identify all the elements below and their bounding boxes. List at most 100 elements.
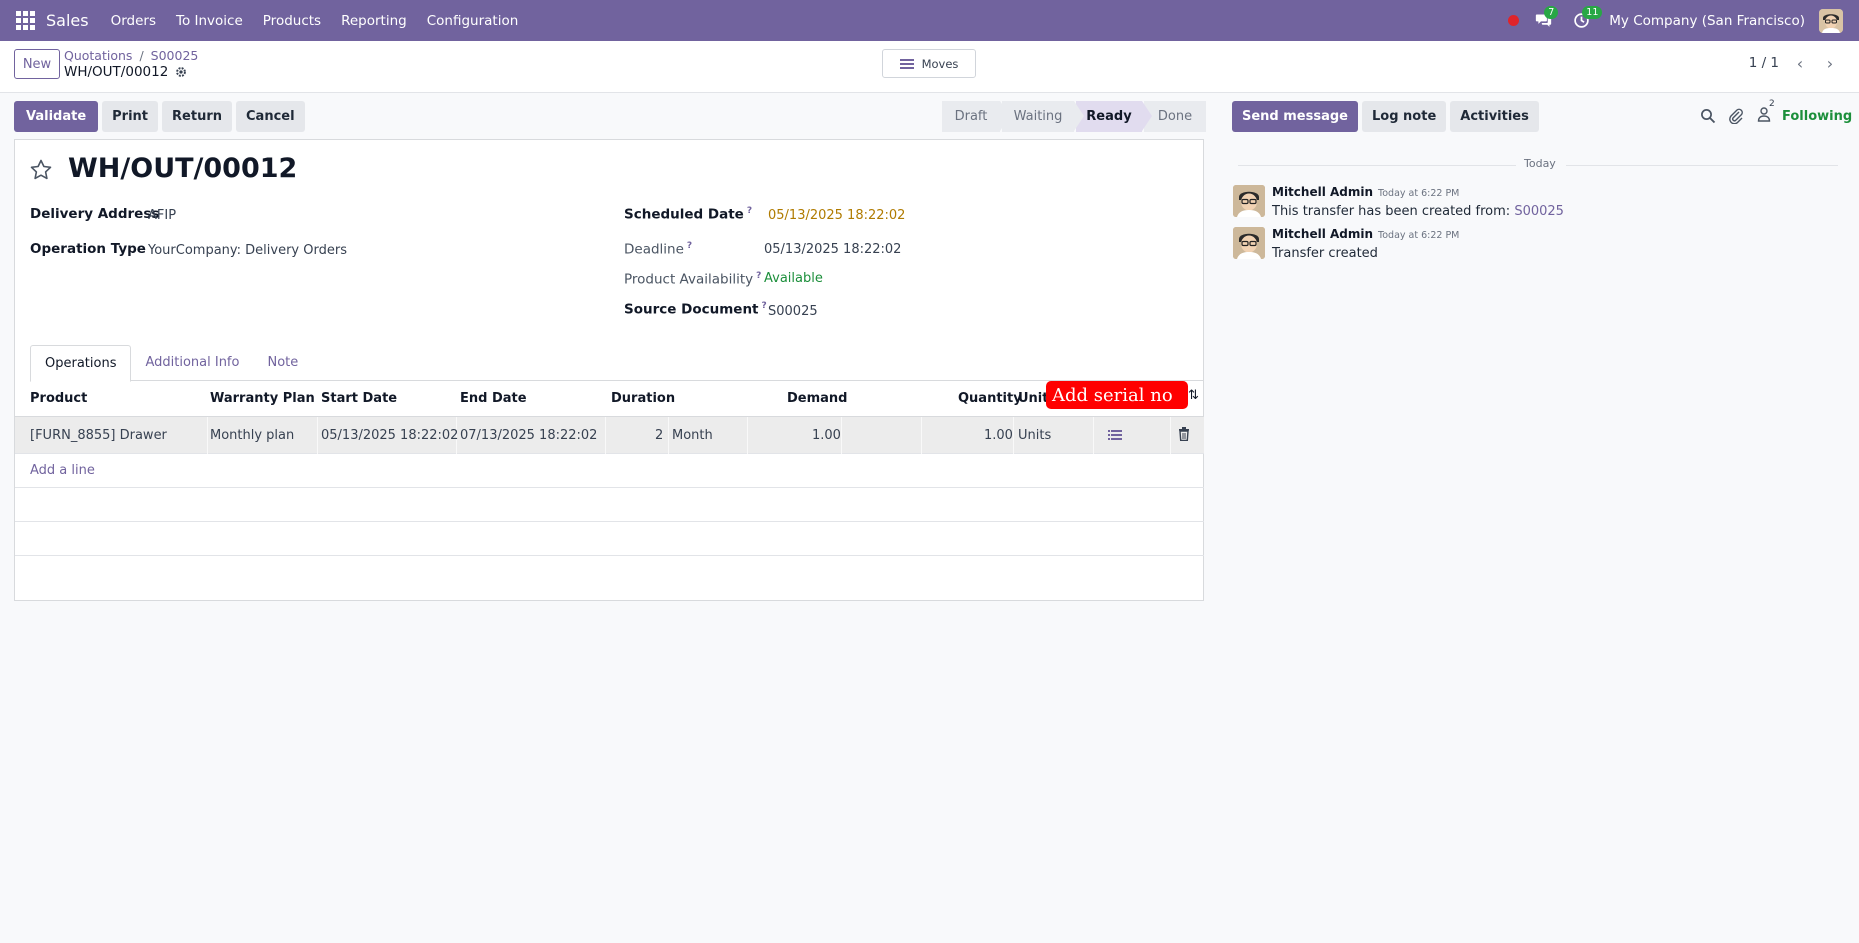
followers-count: 2 <box>1769 99 1775 109</box>
column-end-date[interactable]: End Date <box>460 391 527 406</box>
column-quantity[interactable]: Quantity <box>958 391 1022 406</box>
scheduled-date-label-text: Scheduled Date <box>624 206 744 223</box>
app-name[interactable]: Sales <box>46 11 89 30</box>
cell-demand[interactable]: 1.00 <box>812 428 841 443</box>
empty-row <box>15 488 1204 522</box>
menu-reporting[interactable]: Reporting <box>331 13 417 29</box>
message-author[interactable]: Mitchell Admin <box>1272 227 1373 241</box>
star-icon[interactable] <box>29 158 53 182</box>
cell-end-date[interactable]: 07/13/2025 18:22:02 <box>460 428 597 443</box>
breadcrumb-quotations[interactable]: Quotations <box>64 48 132 63</box>
print-button[interactable]: Print <box>102 101 159 132</box>
deadline-label-text: Deadline <box>624 241 684 258</box>
activity-menu[interactable]: 11 <box>1571 5 1603 31</box>
help-tooltip-icon[interactable]: ? <box>756 271 761 281</box>
message-author[interactable]: Mitchell Admin <box>1272 185 1373 199</box>
cell-duration[interactable]: 2 <box>655 428 663 443</box>
column-unit[interactable]: Unit <box>1018 391 1048 406</box>
paperclip-icon[interactable] <box>1728 108 1744 124</box>
pager-value[interactable]: 1 / 1 <box>1749 55 1779 71</box>
detailed-operations-list-icon[interactable] <box>1108 429 1122 441</box>
return-button[interactable]: Return <box>162 101 232 132</box>
stage-waiting[interactable]: Waiting <box>1002 101 1084 132</box>
user-face-icon <box>1233 227 1265 259</box>
gear-icon[interactable] <box>175 66 187 78</box>
source-document-value[interactable]: S00025 <box>768 304 818 319</box>
chatter-message: Mitchell Admin Today at 6:22 PM This tran… <box>1233 185 1564 219</box>
help-tooltip-icon[interactable]: ? <box>747 206 752 216</box>
tab-additional-info[interactable]: Additional Info <box>131 345 253 381</box>
breadcrumb-separator: / <box>139 48 144 63</box>
pager-previous-icon[interactable]: ‹ <box>1787 50 1813 76</box>
log-note-button[interactable]: Log note <box>1362 101 1447 132</box>
cell-quantity[interactable]: 1.00 <box>984 428 1013 443</box>
cell-start-date[interactable]: 05/13/2025 18:22:02 <box>321 428 458 443</box>
current-record-label: WH/OUT/00012 <box>64 64 169 80</box>
menu-orders[interactable]: Orders <box>101 13 166 29</box>
breadcrumb: Quotations / S00025 <box>64 48 198 63</box>
operation-type-label: Operation Type <box>30 241 146 257</box>
notebook-tabs: Operations Additional Info Note <box>30 345 1203 382</box>
delivery-address-value[interactable]: AFIP <box>148 208 176 223</box>
column-product[interactable]: Product <box>30 391 87 406</box>
add-line-link[interactable]: Add a line <box>30 463 95 478</box>
product-availability-value: Available <box>764 271 823 286</box>
column-start-date[interactable]: Start Date <box>321 391 397 406</box>
operation-type-value[interactable]: YourCompany: Delivery Orders <box>148 243 347 258</box>
avatar[interactable] <box>1233 185 1265 217</box>
empty-row <box>15 522 1204 556</box>
optional-columns-toggle-icon[interactable]: ⇅ <box>1188 388 1199 403</box>
deadline-value: 05/13/2025 18:22:02 <box>764 242 902 257</box>
top-navbar: Sales Orders To Invoice Products Reporti… <box>0 0 1859 41</box>
current-record-name: WH/OUT/00012 <box>64 64 187 80</box>
stage-ready[interactable]: Ready <box>1076 101 1152 132</box>
trash-icon[interactable] <box>1178 427 1190 441</box>
message-body: This transfer has been created from: S00… <box>1272 204 1564 219</box>
column-duration[interactable]: Duration <box>611 391 675 406</box>
cell-unit[interactable]: Units <box>1018 428 1051 443</box>
help-tooltip-icon[interactable]: ? <box>687 241 692 251</box>
cancel-button[interactable]: Cancel <box>236 101 305 132</box>
search-icon[interactable] <box>1700 108 1716 124</box>
user-avatar[interactable] <box>1819 8 1843 33</box>
avatar[interactable] <box>1233 227 1265 259</box>
validate-button[interactable]: Validate <box>14 101 99 132</box>
menu-configuration[interactable]: Configuration <box>417 13 529 29</box>
column-demand[interactable]: Demand <box>787 391 848 406</box>
pager-next-icon[interactable]: › <box>1817 50 1843 76</box>
moves-label: Moves <box>921 56 959 71</box>
scheduled-date-value[interactable]: 05/13/2025 18:22:02 <box>768 208 905 223</box>
tab-operations[interactable]: Operations <box>30 345 132 382</box>
activities-button[interactable]: Activities <box>1450 101 1539 132</box>
record-indicator-icon[interactable] <box>1508 15 1520 26</box>
menu-to-invoice[interactable]: To Invoice <box>166 13 253 29</box>
messaging-menu[interactable]: 7 <box>1533 5 1559 31</box>
table-row[interactable]: [FURN_8855] Drawer Monthly plan 05/13/20… <box>15 417 1204 454</box>
record-title: WH/OUT/00012 <box>68 153 298 184</box>
send-message-button[interactable]: Send message <box>1232 101 1358 132</box>
new-button[interactable]: New <box>14 49 60 79</box>
stage-done[interactable]: Done <box>1144 101 1206 132</box>
breadcrumb-order[interactable]: S00025 <box>151 48 199 63</box>
cell-warranty-plan[interactable]: Monthly plan <box>210 428 294 443</box>
company-switcher[interactable]: My Company (San Francisco) <box>1609 13 1805 29</box>
list-bars-icon <box>899 57 914 71</box>
user-face-icon <box>1819 8 1843 33</box>
message-source-link[interactable]: S00025 <box>1514 204 1564 219</box>
following-toggle[interactable]: Following <box>1782 109 1852 124</box>
message-time: Today at 6:22 PM <box>1378 188 1460 199</box>
menu-products[interactable]: Products <box>253 13 331 29</box>
moves-smart-button[interactable]: Moves <box>882 49 976 78</box>
add-serial-annotation: Add serial no <box>1046 381 1188 409</box>
stage-draft[interactable]: Draft <box>942 101 1010 132</box>
cell-duration-unit[interactable]: Month <box>672 428 713 443</box>
help-tooltip-icon[interactable]: ? <box>762 301 767 311</box>
add-line-row: Add a line <box>15 454 1204 488</box>
followers-button[interactable]: 2 <box>1756 99 1775 126</box>
column-warranty-plan[interactable]: Warranty Plan <box>210 391 315 406</box>
tab-note[interactable]: Note <box>253 345 312 381</box>
date-separator: Today <box>1238 156 1838 174</box>
cell-product[interactable]: [FURN_8855] Drawer <box>30 428 167 443</box>
chatter-topbar: Send message Log note Activities <box>1232 101 1539 132</box>
apps-grid-icon[interactable] <box>14 10 36 32</box>
